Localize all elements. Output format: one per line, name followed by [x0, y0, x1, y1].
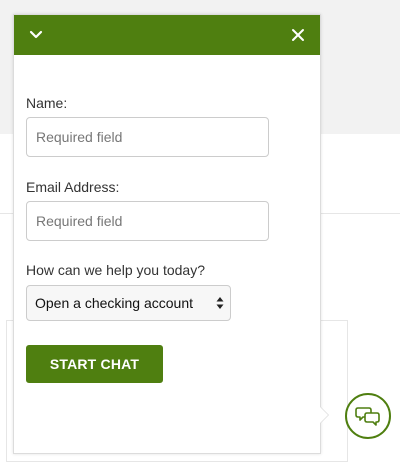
close-button[interactable] — [278, 15, 318, 55]
topic-select-value: Open a checking account — [35, 295, 193, 311]
name-input[interactable] — [26, 117, 269, 157]
chat-panel: Name: Email Address: How can we help you… — [13, 14, 321, 454]
email-label: Email Address: — [26, 179, 120, 195]
minimize-button[interactable] — [16, 15, 56, 55]
chevron-down-icon — [29, 30, 43, 39]
select-arrows-icon — [216, 296, 224, 310]
topic-label: How can we help you today? — [26, 262, 205, 278]
close-icon — [292, 29, 304, 41]
start-chat-button[interactable]: START CHAT — [26, 345, 163, 383]
topic-select[interactable]: Open a checking account — [26, 285, 231, 321]
chat-header — [14, 15, 320, 55]
panel-pointer — [319, 406, 328, 424]
email-input[interactable] — [26, 201, 269, 241]
name-label: Name: — [26, 95, 68, 111]
chat-launcher-button[interactable] — [345, 393, 391, 439]
chat-bubbles-icon — [355, 407, 380, 426]
